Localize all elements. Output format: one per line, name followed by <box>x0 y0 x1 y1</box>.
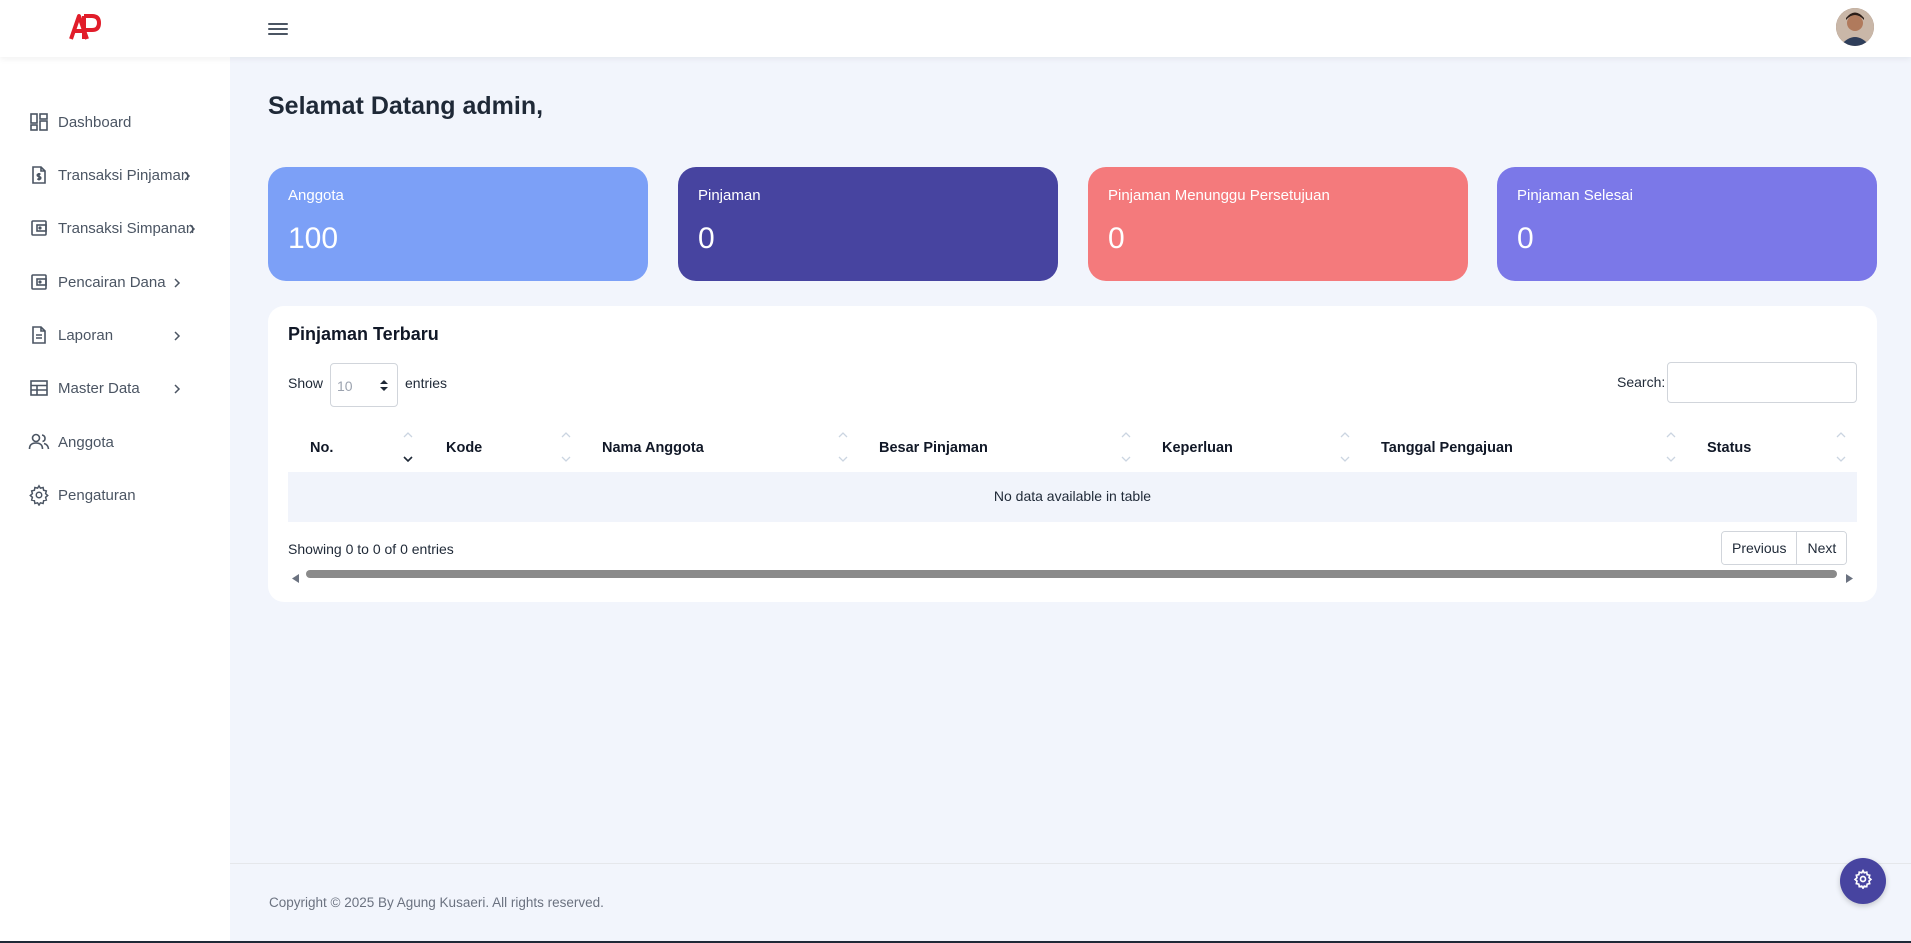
gear-icon <box>1853 868 1873 894</box>
scroll-left-icon[interactable] <box>292 570 300 583</box>
table-empty-row: No data available in table <box>288 472 1857 522</box>
sort-icon <box>837 430 849 466</box>
chevron-right-icon <box>171 329 183 341</box>
column-header-label: Tanggal Pengajuan <box>1381 440 1513 456</box>
column-header-kode[interactable]: Kode <box>424 424 582 472</box>
stat-card-value: 0 <box>1517 222 1534 255</box>
sidebar-item-dashboard[interactable]: Dashboard <box>28 107 198 137</box>
sort-icon <box>1339 430 1351 466</box>
column-header-besar-pinjaman[interactable]: Besar Pinjaman <box>859 424 1142 472</box>
sidebar-item-label: Dashboard <box>58 113 132 131</box>
sidebar-item-label: Anggota <box>58 433 114 451</box>
column-header-no[interactable]: No. <box>288 424 424 472</box>
stat-card-pinjaman: Pinjaman 0 <box>678 167 1058 281</box>
column-header-label: Keperluan <box>1162 440 1233 456</box>
pagination: Previous Next <box>1721 531 1848 565</box>
settings-fab-button[interactable] <box>1840 858 1886 904</box>
sort-icon <box>1120 430 1132 466</box>
column-header-label: Status <box>1707 440 1752 456</box>
column-header-status[interactable]: Status <box>1687 424 1857 472</box>
document-icon <box>28 324 50 346</box>
footer-divider <box>230 863 1911 864</box>
menu-toggle-icon[interactable] <box>266 20 290 38</box>
search-input[interactable] <box>1667 362 1857 403</box>
chevron-right-icon <box>171 382 183 394</box>
sort-icon <box>1835 430 1847 466</box>
next-page-button[interactable]: Next <box>1796 532 1847 564</box>
wallet-icon <box>28 217 50 239</box>
scrollbar-thumb[interactable] <box>306 570 1837 578</box>
sidebar-item-pengaturan[interactable]: Pengaturan <box>28 480 198 510</box>
footer-copyright: Copyright © 2025 By Agung Kusaeri. All r… <box>269 895 604 910</box>
scroll-right-icon[interactable] <box>1845 570 1853 583</box>
column-header-keperluan[interactable]: Keperluan <box>1142 424 1361 472</box>
entries-label: entries <box>405 375 448 391</box>
gear-icon <box>28 484 50 506</box>
column-header-label: Besar Pinjaman <box>879 440 988 456</box>
dashboard-icon <box>28 111 50 133</box>
sidebar-item-label: Transaksi Simpanan <box>58 219 195 237</box>
sidebar-item-label: Pengaturan <box>58 486 136 504</box>
entries-length-value: 10 <box>337 378 353 394</box>
sidebar-item-label: Pencairan Dana <box>58 273 166 291</box>
sidebar-item-label: Laporan <box>58 326 114 344</box>
sort-icon <box>1665 430 1677 466</box>
top-bar <box>0 0 1911 57</box>
entries-length-select[interactable]: 10 <box>330 363 398 407</box>
sidebar-item-label: Transaksi Pinjaman <box>58 166 190 184</box>
stat-card-label: Pinjaman Menunggu Persetujuan <box>1108 187 1330 204</box>
sidebar-item-transaksi-simpanan[interactable]: Transaksi Simpanan <box>28 213 198 243</box>
column-header-nama-anggota[interactable]: Nama Anggota <box>582 424 859 472</box>
column-header-tanggal-pengajuan[interactable]: Tanggal Pengajuan <box>1361 424 1687 472</box>
recent-loans-panel: Pinjaman Terbaru Show 10 entries Search:… <box>268 306 1877 602</box>
empty-table-message: No data available in table <box>993 488 1152 504</box>
column-header-label: No. <box>310 440 334 456</box>
stat-card-value: 100 <box>288 222 339 255</box>
sidebar-item-label: Master Data <box>58 379 140 397</box>
sidebar-item-laporan[interactable]: Laporan <box>28 320 198 350</box>
stat-card-label: Pinjaman Selesai <box>1517 187 1633 204</box>
sidebar-item-master-data[interactable]: Master Data <box>28 373 198 403</box>
show-label: Show <box>288 375 324 391</box>
chevron-right-icon <box>171 276 183 288</box>
table-header: No. Kode Nama Anggota Besar Pinjaman Kep… <box>288 424 1857 472</box>
stat-card-label: Anggota <box>288 187 344 204</box>
select-caret-icon <box>380 379 388 392</box>
column-header-label: Nama Anggota <box>602 440 704 456</box>
sidebar: Dashboard Transaksi Pinjaman Transaksi S… <box>0 57 230 943</box>
sort-icon <box>402 430 414 466</box>
stat-card-anggota: Anggota 100 <box>268 167 648 281</box>
stat-card-value: 0 <box>1108 222 1125 255</box>
document-dollar-icon <box>28 164 50 186</box>
users-icon <box>28 431 50 453</box>
wallet-icon <box>28 271 50 293</box>
page-title: Selamat Datang admin, <box>268 92 544 120</box>
stat-card-label: Pinjaman <box>698 187 761 204</box>
stat-card-pinjaman-selesai: Pinjaman Selesai 0 <box>1497 167 1877 281</box>
sidebar-item-pencairan-dana[interactable]: Pencairan Dana <box>28 267 198 297</box>
chevron-right-icon <box>181 169 193 181</box>
sort-icon <box>560 430 572 466</box>
table-info: Showing 0 to 0 of 0 entries <box>288 541 454 557</box>
sidebar-item-transaksi-pinjaman[interactable]: Transaksi Pinjaman <box>28 160 198 190</box>
user-avatar[interactable] <box>1836 8 1874 46</box>
search-label: Search: <box>1617 374 1666 390</box>
table-icon <box>28 377 50 399</box>
sidebar-item-anggota[interactable]: Anggota <box>28 427 198 457</box>
stat-card-value: 0 <box>698 222 715 255</box>
column-header-label: Kode <box>446 440 483 456</box>
horizontal-scrollbar[interactable] <box>288 566 1857 583</box>
stat-card-pinjaman-menunggu: Pinjaman Menunggu Persetujuan 0 <box>1088 167 1468 281</box>
chevron-right-icon <box>186 222 198 234</box>
previous-page-button[interactable]: Previous <box>1722 532 1797 564</box>
panel-title: Pinjaman Terbaru <box>288 324 439 344</box>
app-logo[interactable] <box>68 12 102 42</box>
